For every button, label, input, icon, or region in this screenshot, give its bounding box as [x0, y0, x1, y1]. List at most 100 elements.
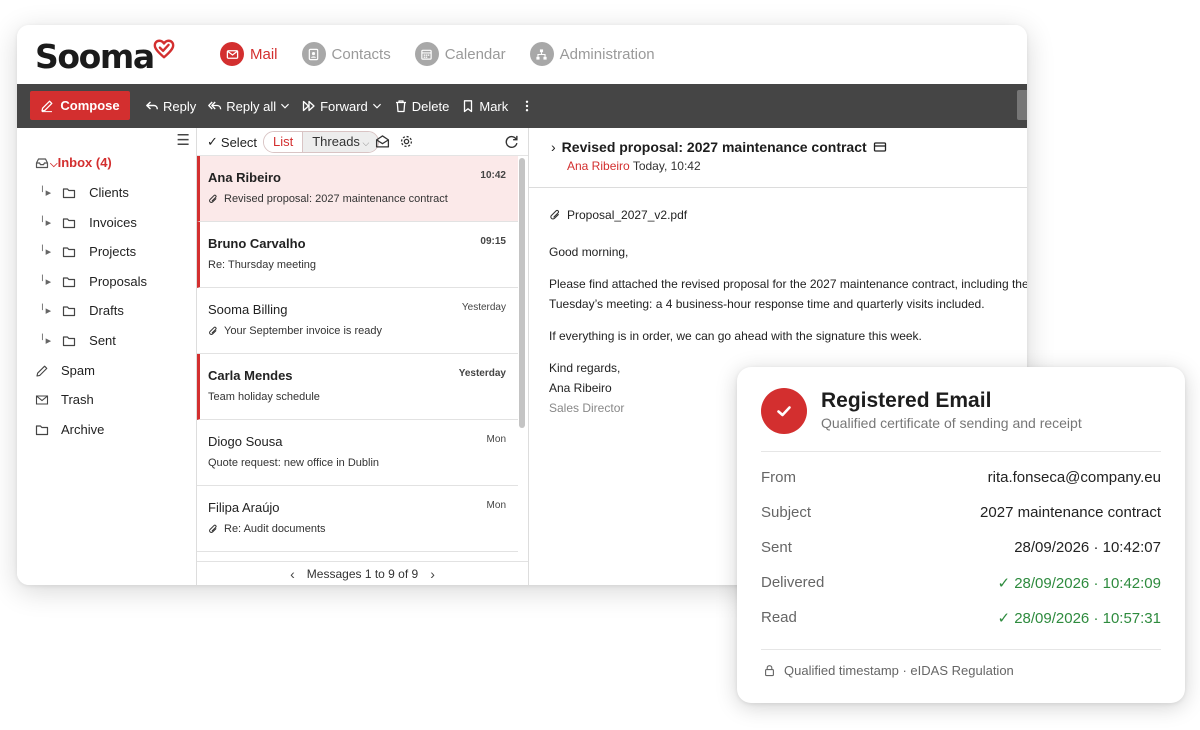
pencil-icon [41, 100, 53, 112]
certificate-row: Read ✓ 28/09/2026 · 10:57:31 [761, 609, 1161, 627]
folder-inbox[interactable]: ⌵Inbox (4) [35, 155, 112, 170]
folder-spam[interactable]: Spam [35, 363, 95, 378]
message-row[interactable]: Bruno Carvalho 09:15 Re: Thursday meeting [197, 222, 518, 288]
sooma-logo[interactable]: Sooma [35, 37, 175, 77]
folder-archive-label: Archive [61, 422, 105, 437]
view-threads-tab[interactable]: Threads ⌵ [303, 132, 379, 152]
folder-trash-label: Trash [61, 392, 94, 407]
compose-label: Compose [60, 98, 120, 113]
message-time: Yesterday [461, 302, 506, 313]
check-circle-icon [761, 388, 807, 434]
message-time: Mon [486, 434, 506, 445]
nav-mail[interactable]: Mail [220, 41, 278, 67]
message-subject-line: Your September invoice is ready [208, 325, 506, 337]
reply-button[interactable]: Reply [145, 99, 196, 114]
card-icon [873, 142, 886, 152]
reply-label: Reply [163, 98, 197, 114]
folder-icon [35, 424, 49, 435]
compose-button[interactable]: Compose [30, 91, 130, 120]
folder-invoices[interactable]: ╵▸ Invoices [39, 215, 137, 230]
folder-clients[interactable]: ╵▸ Clients [39, 185, 129, 200]
forward-button[interactable]: Forward [302, 99, 382, 114]
message-list-pane: ✓ Select List Threads ⌵ Ana Ribeiro 10:42… [197, 128, 529, 585]
mark-label: Mark [479, 98, 509, 114]
message-meta: Ana Ribeiro Today, 10:42 [567, 159, 701, 173]
paperclip-icon [209, 326, 217, 335]
paperclip-icon [209, 524, 217, 533]
select-button[interactable]: ✓ Select [207, 134, 257, 150]
message-from[interactable]: Ana Ribeiro [567, 159, 630, 173]
mark-button[interactable]: Mark [461, 99, 508, 114]
list-scrollbar[interactable] [519, 158, 525, 428]
nav-calendar-label: Calendar [444, 45, 506, 63]
folder-inbox-label: ⌵Inbox (4) [50, 155, 112, 170]
menu-icon[interactable]: ☰ [177, 131, 190, 149]
certificate-value: rita.fonseca@company.eu [987, 469, 1161, 486]
card-subtitle: Qualified certificate of sending and rec… [821, 415, 1082, 431]
message-subject-line: Quote request: new office in Dublin [208, 457, 506, 469]
message-sender: Bruno Carvalho [208, 236, 306, 251]
app-header: Sooma Mail Contacts Calendar Administrat… [17, 25, 1027, 84]
delete-button[interactable]: Delete [394, 99, 449, 114]
message-list: Ana Ribeiro 10:42 Revised proposal: 2027 m… [197, 156, 518, 561]
folder-sidebar: ☰ ⌵Inbox (4) ╵▸ Clients ╵▸ Invoices ╵▸ P… [17, 128, 197, 585]
folder-drafts[interactable]: ╵▸ Drafts [39, 303, 124, 318]
toolbar-dropdown-toggle[interactable] [1017, 90, 1027, 120]
certificate-value: 28/09/2026 · 10:42:07 [1014, 539, 1161, 556]
message-row[interactable]: Filipa Araújo Mon Re: Audit documents [197, 486, 518, 552]
divider [761, 451, 1161, 452]
folder-icon [63, 187, 76, 198]
gear-icon[interactable] [399, 134, 414, 149]
chevron-right-icon[interactable]: › [430, 566, 435, 582]
folder-label: Clients [89, 185, 129, 200]
nav-administration-label: Administration [559, 45, 655, 63]
message-sender: Filipa Araújo [208, 500, 280, 515]
folder-icon [63, 217, 76, 228]
folder-trash[interactable]: Trash [35, 392, 94, 407]
folder-proposals[interactable]: ╵▸ Proposals [39, 274, 147, 289]
message-time: 09:15 [480, 236, 506, 247]
message-subject: Your September invoice is ready [224, 325, 382, 337]
nav-administration[interactable]: Administration [529, 41, 655, 67]
tree-branch: ╵▸ [39, 305, 52, 317]
envelope-open-icon[interactable] [375, 134, 390, 149]
main-nav: Mail Contacts Calendar Administration [220, 41, 655, 67]
nav-contacts-label: Contacts [331, 45, 391, 63]
tree-branch: ╵▸ [39, 335, 52, 347]
message-row[interactable]: Ana Ribeiro 10:42 Revised proposal: 2027 m… [197, 156, 518, 222]
folder-icon [63, 335, 76, 346]
pagination-label: Messages 1 to 9 of 9 [306, 566, 419, 581]
message-row[interactable]: Carla Mendes Yesterday Team holiday schedu… [197, 354, 518, 420]
folder-label: Invoices [89, 215, 137, 230]
view-toggle: List Threads ⌵ [263, 131, 380, 153]
folder-archive[interactable]: Archive [35, 422, 104, 437]
attachment[interactable]: Proposal_2027_v2.pdf [549, 208, 687, 222]
message-row[interactable]: Diogo Sousa Mon Quote request: new office … [197, 420, 518, 486]
view-threads-label: Threads [312, 134, 360, 149]
message-sender: Ana Ribeiro [208, 170, 281, 185]
message-row[interactable]: Sooma Billing Yesterday Your September inv… [197, 288, 518, 354]
list-toolbar: ✓ Select List Threads ⌵ [197, 128, 528, 156]
message-date: Today, 10:42 [632, 159, 701, 173]
body-greeting: Good morning, [549, 245, 629, 259]
folder-projects[interactable]: ╵▸ Projects [39, 244, 136, 259]
folder-label: Proposals [89, 274, 147, 289]
view-list-tab[interactable]: List [264, 132, 304, 152]
folder-sent[interactable]: ╵▸ Sent [39, 333, 116, 348]
certificate-row: From rita.fonseca@company.eu [761, 469, 1161, 486]
pencil-icon [36, 365, 48, 377]
chevron-left-icon[interactable]: ‹ [290, 566, 295, 582]
folder-label: Projects [89, 244, 137, 259]
nav-calendar[interactable]: Calendar [414, 41, 506, 67]
nav-contacts[interactable]: Contacts [301, 41, 391, 67]
more-actions-button[interactable] [520, 99, 534, 113]
message-sender: Diogo Sousa [208, 434, 283, 449]
reply-icon [146, 101, 158, 110]
nav-mail-label: Mail [250, 45, 278, 63]
refresh-icon[interactable] [504, 134, 519, 149]
forward-icon [302, 100, 315, 112]
reply-all-button[interactable]: Reply all [208, 99, 290, 114]
certificate-value: 2027 maintenance contract [980, 504, 1161, 521]
chevron-right-icon[interactable]: › [551, 139, 556, 155]
message-subject: Revised proposal: 2027 maintenance contr… [224, 193, 448, 205]
